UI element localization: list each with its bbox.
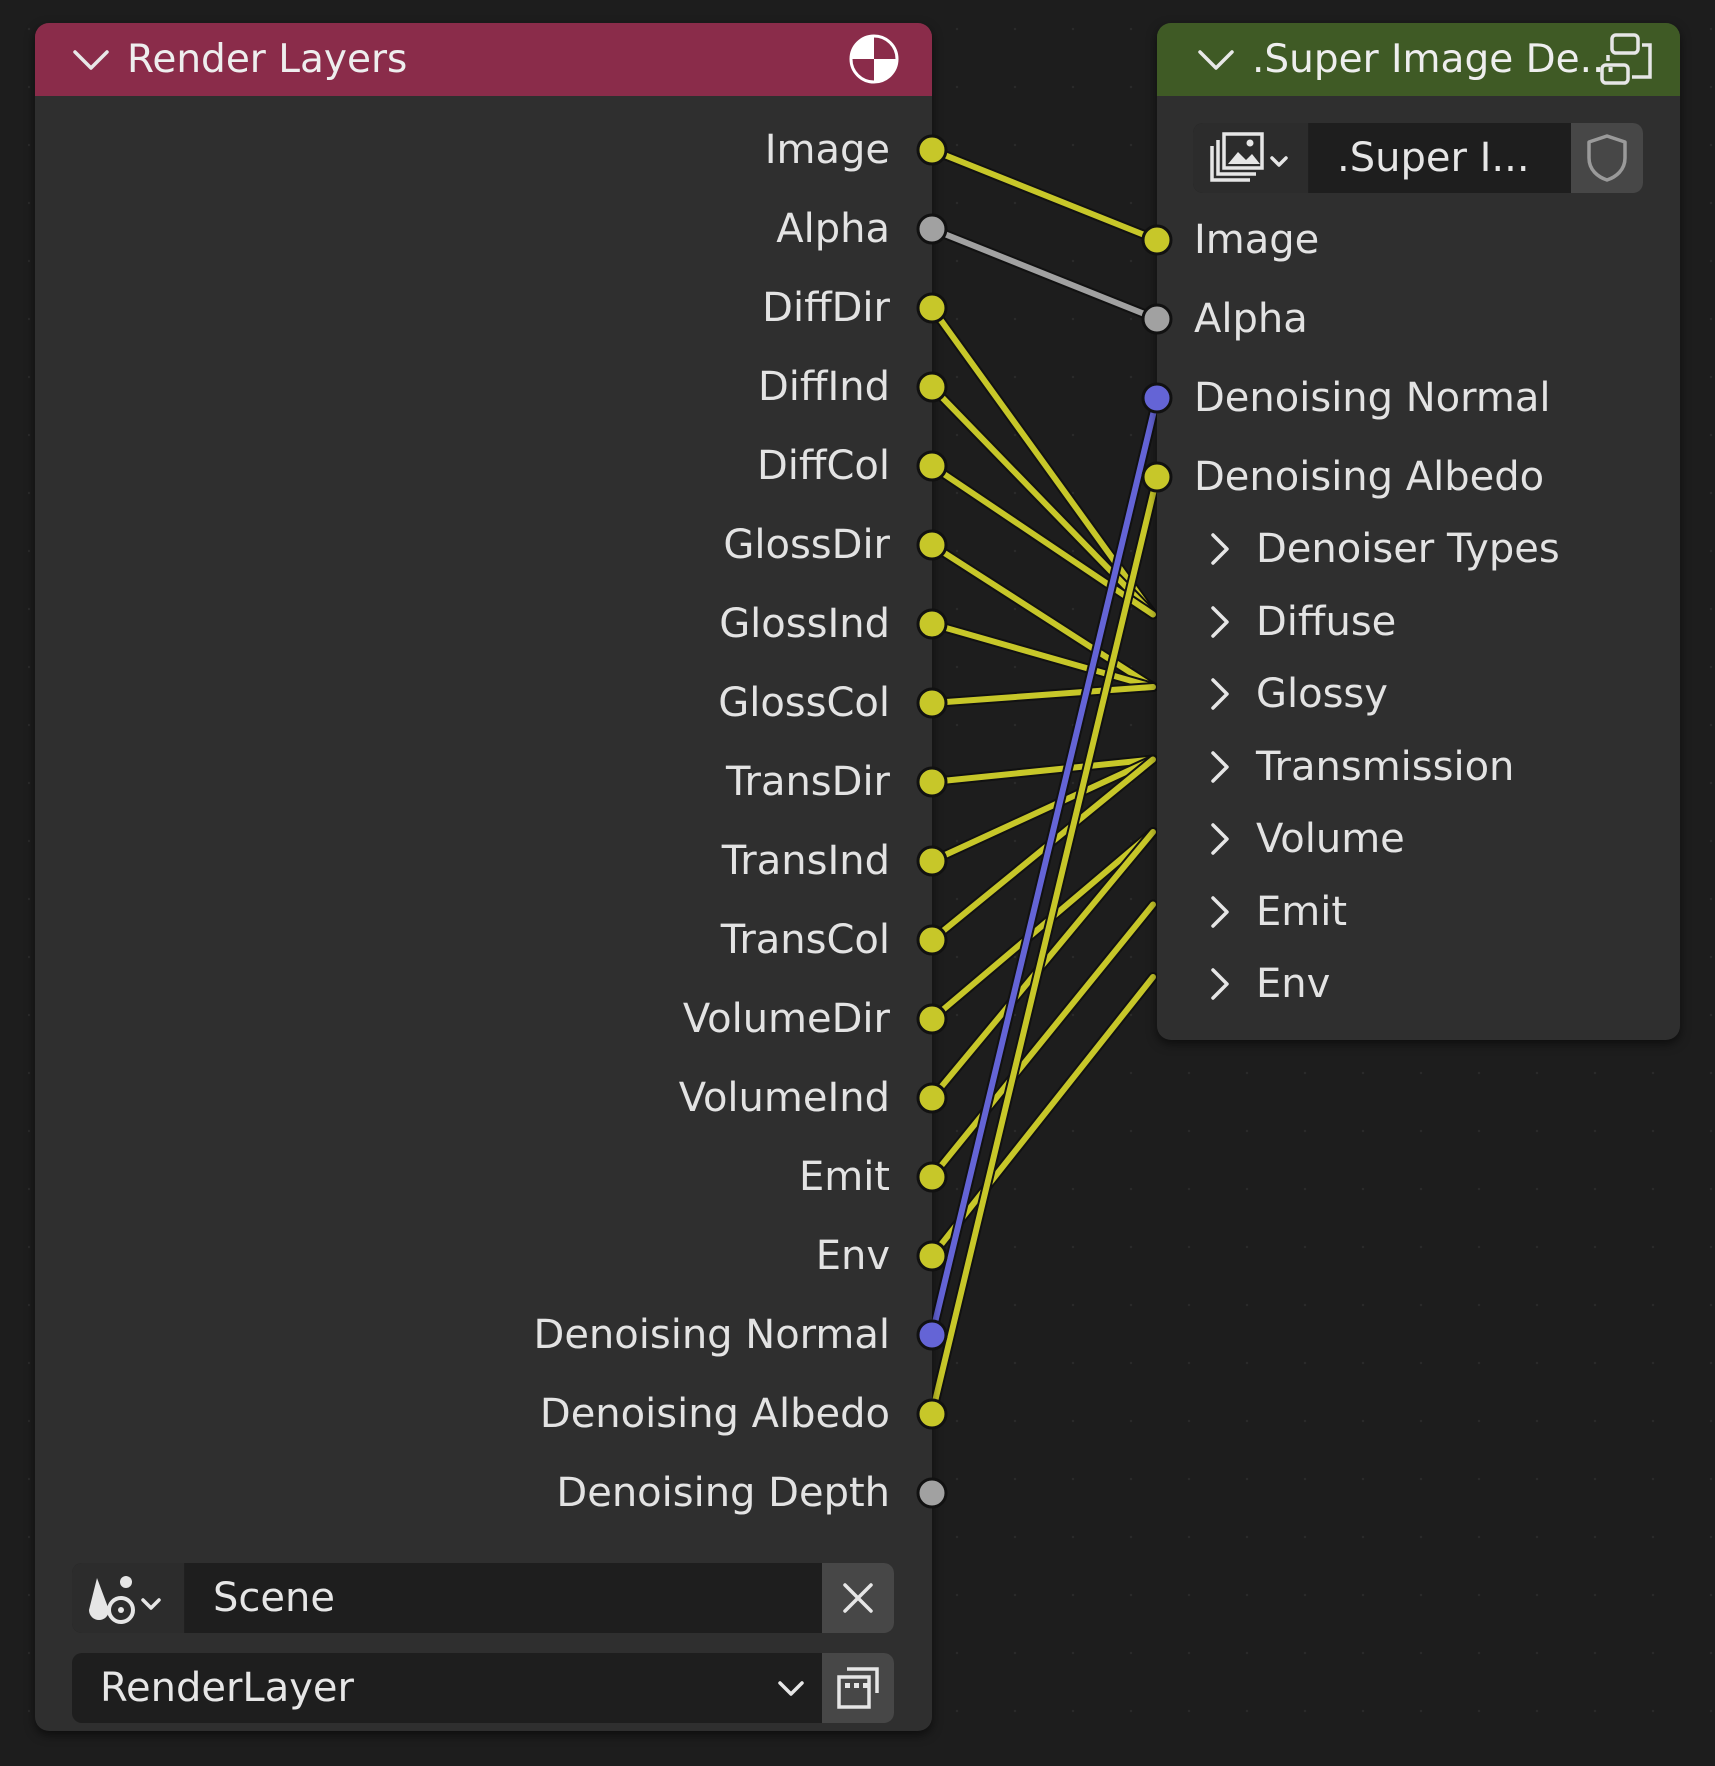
- output-socket-alpha[interactable]: [916, 213, 948, 245]
- output-socket-transind[interactable]: [916, 845, 948, 877]
- output-socket-glosscol[interactable]: [916, 687, 948, 719]
- output-socket-env[interactable]: [916, 1240, 948, 1272]
- output-socket-denoising-albedo[interactable]: [916, 1398, 948, 1430]
- output-socket-volumeind[interactable]: [916, 1082, 948, 1114]
- output-socket-volumedir[interactable]: [916, 1003, 948, 1035]
- output-socket-glossind[interactable]: [916, 608, 948, 640]
- input-socket-denoising-normal[interactable]: [1141, 382, 1173, 414]
- input-socket-denoising-albedo[interactable]: [1141, 461, 1173, 493]
- output-socket-denoising-normal[interactable]: [916, 1319, 948, 1351]
- output-socket-transdir[interactable]: [916, 766, 948, 798]
- input-socket-alpha[interactable]: [1141, 303, 1173, 335]
- output-socket-image[interactable]: [916, 134, 948, 166]
- output-socket-diffind[interactable]: [916, 371, 948, 403]
- output-socket-denoising-depth[interactable]: [916, 1477, 948, 1509]
- node-sockets: [916, 134, 1173, 1509]
- output-socket-transcol[interactable]: [916, 924, 948, 956]
- output-socket-emit[interactable]: [916, 1161, 948, 1193]
- output-socket-glossdir[interactable]: [916, 529, 948, 561]
- output-socket-diffcol[interactable]: [916, 450, 948, 482]
- output-socket-diffdir[interactable]: [916, 292, 948, 324]
- input-socket-image[interactable]: [1141, 224, 1173, 256]
